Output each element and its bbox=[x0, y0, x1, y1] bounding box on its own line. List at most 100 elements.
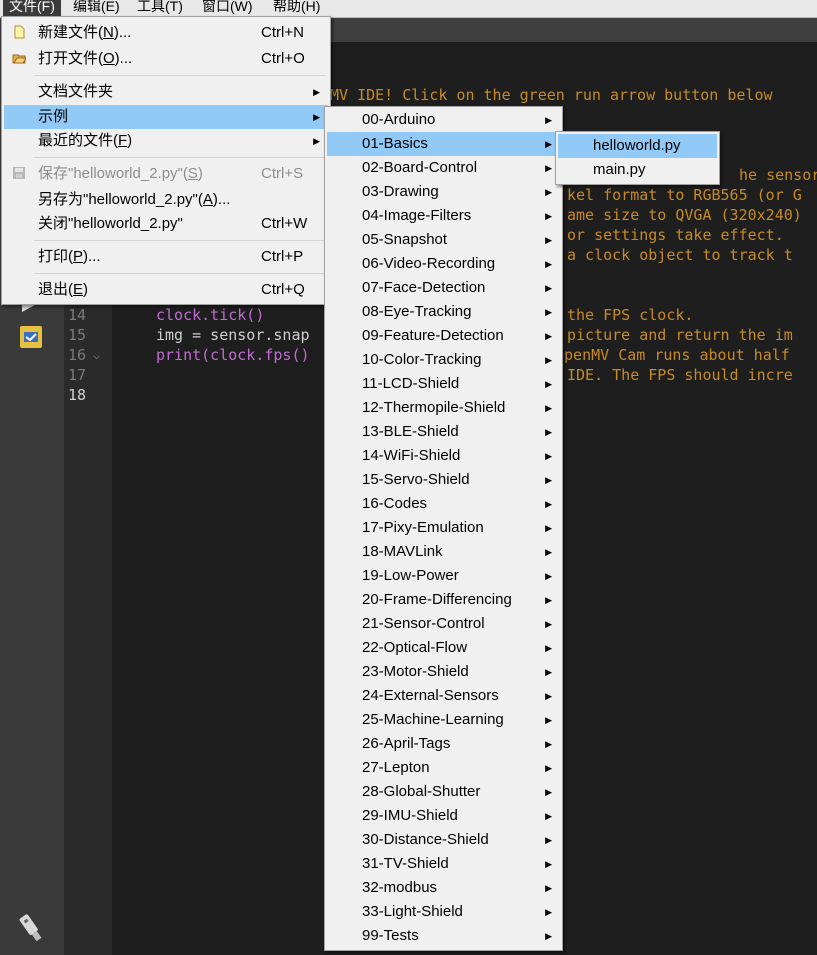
menu-item-example-folder[interactable]: 00-Arduino ▶ bbox=[327, 108, 560, 132]
menu-item-label: 07-Face-Detection bbox=[362, 279, 486, 296]
menu-item-label: 29-IMU-Shield bbox=[362, 807, 458, 824]
menu-item-accel: A bbox=[202, 191, 213, 208]
menu-item-close[interactable]: 关闭"helloworld_2.py" Ctrl+W bbox=[4, 212, 328, 236]
menu-item-documents-folder[interactable]: 文档文件夹 ▶ bbox=[4, 80, 328, 104]
menu-item-example-folder[interactable]: 23-Motor-Shield ▶ bbox=[327, 660, 560, 684]
console-icon[interactable] bbox=[16, 322, 46, 352]
menu-item-example-folder[interactable]: 06-Video-Recording ▶ bbox=[327, 252, 560, 276]
submenu-arrow-icon: ▶ bbox=[545, 355, 552, 365]
menu-item-label: 23-Motor-Shield bbox=[362, 663, 469, 680]
menu-item-example-folder[interactable]: 33-Light-Shield ▶ bbox=[327, 900, 560, 924]
menu-item-example-folder[interactable]: 16-Codes ▶ bbox=[327, 492, 560, 516]
fold-chevron-icon[interactable]: ⌵ bbox=[93, 348, 100, 362]
menu-item-save-as[interactable]: 另存为"helloworld_2.py"(A)... bbox=[4, 188, 328, 212]
menu-item-example-folder[interactable]: 11-LCD-Shield ▶ bbox=[327, 372, 560, 396]
menu-item-example-folder[interactable]: 29-IMU-Shield ▶ bbox=[327, 804, 560, 828]
code-comment: a clock object to track t bbox=[567, 246, 793, 264]
menu-item-example-folder[interactable]: 19-Low-Power ▶ bbox=[327, 564, 560, 588]
menu-item-print[interactable]: 打印(P)... Ctrl+P bbox=[4, 245, 328, 269]
menu-item-example-folder[interactable]: 20-Frame-Differencing ▶ bbox=[327, 588, 560, 612]
menubar-help[interactable]: 帮助(H) bbox=[267, 0, 326, 17]
menu-item-example-folder[interactable]: 31-TV-Shield ▶ bbox=[327, 852, 560, 876]
menu-item-label: 10-Color-Tracking bbox=[362, 351, 482, 368]
menubar-file[interactable]: 文件(F) bbox=[3, 0, 61, 17]
menu-item-example-folder[interactable]: 26-April-Tags ▶ bbox=[327, 732, 560, 756]
menu-item-example-folder[interactable]: 27-Lepton ▶ bbox=[327, 756, 560, 780]
menu-item-label: 打印( bbox=[38, 248, 73, 265]
menu-item-label-tail: )... bbox=[83, 248, 101, 265]
menu-item-shortcut: Ctrl+N bbox=[261, 24, 304, 41]
menu-item-open-file[interactable]: 打开文件(O)... Ctrl+O bbox=[4, 47, 328, 71]
menu-item-label: 31-TV-Shield bbox=[362, 855, 449, 872]
menu-item-shortcut: Ctrl+Q bbox=[261, 281, 305, 298]
menu-item-example-folder[interactable]: 99-Tests ▶ bbox=[327, 924, 560, 948]
menu-item-label: helloworld.py bbox=[593, 137, 681, 154]
menu-item-example-folder[interactable]: 02-Board-Control ▶ bbox=[327, 156, 560, 180]
code-comment: IDE. The FPS should incre bbox=[567, 366, 793, 384]
menubar-tools[interactable]: 工具(T) bbox=[131, 0, 189, 17]
menu-item-label: 12-Thermopile-Shield bbox=[362, 399, 506, 416]
menu-item-new-file[interactable]: 新建文件(N)... Ctrl+N bbox=[4, 21, 328, 45]
menu-item-label: 05-Snapshot bbox=[362, 231, 448, 248]
menu-item-label: 25-Machine-Learning bbox=[362, 711, 504, 728]
menu-item-example-folder[interactable]: 07-Face-Detection ▶ bbox=[327, 276, 560, 300]
menu-item-label-tail: ) bbox=[83, 281, 89, 298]
menu-item-example-folder[interactable]: 22-Optical-Flow ▶ bbox=[327, 636, 560, 660]
menu-item-label: 新建文件( bbox=[38, 24, 103, 41]
code-comment: picture and return the im bbox=[567, 326, 793, 344]
submenu-arrow-icon: ▶ bbox=[545, 835, 552, 845]
menu-item-example-folder[interactable]: 01-Basics ▶ bbox=[327, 132, 560, 156]
menu-item-example-folder[interactable]: 08-Eye-Tracking ▶ bbox=[327, 300, 560, 324]
menu-item-example-folder[interactable]: 25-Machine-Learning ▶ bbox=[327, 708, 560, 732]
menu-item-label: 16-Codes bbox=[362, 495, 428, 512]
submenu-arrow-icon: ▶ bbox=[545, 283, 552, 293]
examples-submenu: 00-Arduino ▶ 01-Basics ▶ 02-Board-Control ▶ 03… bbox=[324, 106, 563, 951]
menubar-edit[interactable]: 编辑(E) bbox=[67, 0, 126, 17]
menu-item-example-folder[interactable]: 14-WiFi-Shield ▶ bbox=[327, 444, 560, 468]
menu-item-label: 01-Basics bbox=[362, 135, 428, 152]
menu-item-example-folder[interactable]: 10-Color-Tracking ▶ bbox=[327, 348, 560, 372]
menubar-window[interactable]: 窗口(W) bbox=[196, 0, 259, 17]
submenu-arrow-icon: ▶ bbox=[545, 331, 552, 341]
menu-item-example-folder[interactable]: 12-Thermopile-Shield ▶ bbox=[327, 396, 560, 420]
submenu-arrow-icon: ▶ bbox=[545, 163, 552, 173]
menu-item-label: 11-LCD-Shield bbox=[362, 375, 460, 392]
menu-item-label: 09-Feature-Detection bbox=[362, 327, 504, 344]
menu-item-example-folder[interactable]: 05-Snapshot ▶ bbox=[327, 228, 560, 252]
menu-item-example-folder[interactable]: 32-modbus ▶ bbox=[327, 876, 560, 900]
menu-item-helloworld[interactable]: helloworld.py bbox=[558, 134, 717, 158]
menu-item-example-folder[interactable]: 03-Drawing ▶ bbox=[327, 180, 560, 204]
menu-item-examples[interactable]: 示例 ▶ bbox=[4, 105, 328, 129]
menu-item-label: 00-Arduino bbox=[362, 111, 436, 128]
menu-item-label: 14-WiFi-Shield bbox=[362, 447, 461, 464]
menu-item-label: 15-Servo-Shield bbox=[362, 471, 470, 488]
menu-item-label: 33-Light-Shield bbox=[362, 903, 463, 920]
menu-item-label: 18-MAVLink bbox=[362, 543, 443, 560]
menu-item-exit[interactable]: 退出(E) Ctrl+Q bbox=[4, 278, 328, 302]
menu-item-recent-files[interactable]: 最近的文件(F) ▶ bbox=[4, 129, 328, 153]
menu-item-example-folder[interactable]: 28-Global-Shutter ▶ bbox=[327, 780, 560, 804]
code-line: clock.tick() bbox=[156, 306, 265, 324]
menu-item-example-folder[interactable]: 15-Servo-Shield ▶ bbox=[327, 468, 560, 492]
menu-item-shortcut: Ctrl+O bbox=[261, 50, 305, 67]
menu-item-example-folder[interactable]: 30-Distance-Shield ▶ bbox=[327, 828, 560, 852]
submenu-arrow-icon: ▶ bbox=[545, 451, 552, 461]
menu-item-example-folder[interactable]: 24-External-Sensors ▶ bbox=[327, 684, 560, 708]
menu-item-label: 保存"helloworld_2.py"( bbox=[38, 165, 188, 182]
menu-item-main[interactable]: main.py bbox=[558, 158, 717, 182]
menu-item-example-folder[interactable]: 04-Image-Filters ▶ bbox=[327, 204, 560, 228]
new-file-icon bbox=[14, 25, 25, 39]
usb-connect-icon[interactable] bbox=[16, 910, 46, 942]
submenu-arrow-icon: ▶ bbox=[545, 787, 552, 797]
menu-item-example-folder[interactable]: 13-BLE-Shield ▶ bbox=[327, 420, 560, 444]
code-comment: the FPS clock. bbox=[567, 306, 694, 324]
menu-item-example-folder[interactable]: 17-Pixy-Emulation ▶ bbox=[327, 516, 560, 540]
code-line: img = sensor.snap bbox=[156, 326, 310, 344]
code-comment: kel format to RGB565 (or G bbox=[567, 186, 802, 204]
submenu-arrow-icon: ▶ bbox=[545, 739, 552, 749]
menu-item-example-folder[interactable]: 18-MAVLink ▶ bbox=[327, 540, 560, 564]
menu-item-example-folder[interactable]: 09-Feature-Detection ▶ bbox=[327, 324, 560, 348]
menu-item-label: 24-External-Sensors bbox=[362, 687, 499, 704]
submenu-arrow-icon: ▶ bbox=[545, 883, 552, 893]
menu-item-example-folder[interactable]: 21-Sensor-Control ▶ bbox=[327, 612, 560, 636]
